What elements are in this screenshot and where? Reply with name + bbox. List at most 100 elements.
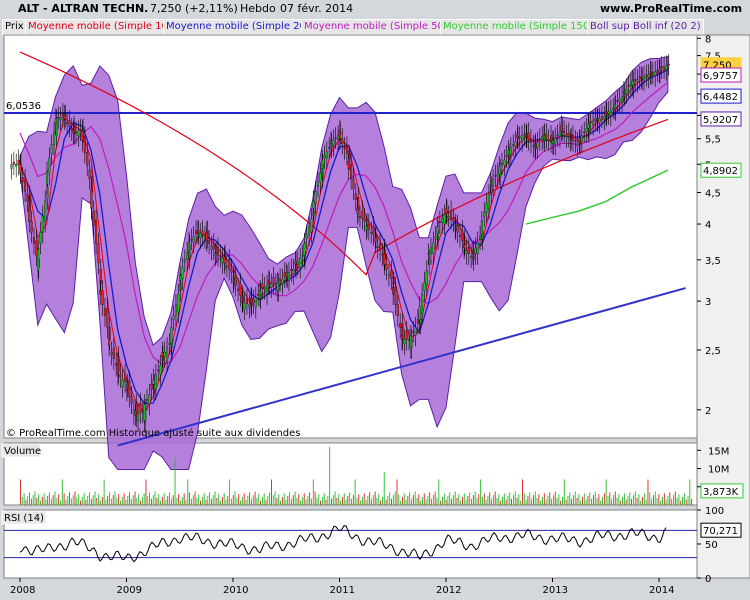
volume-bar bbox=[232, 495, 234, 505]
volume-bar bbox=[401, 496, 403, 505]
candle-body bbox=[536, 142, 539, 148]
volume-bar bbox=[407, 496, 409, 505]
candle-body bbox=[21, 177, 24, 183]
volume-bar bbox=[474, 491, 476, 505]
volume-bar bbox=[480, 479, 482, 505]
candle-body bbox=[276, 282, 279, 291]
volume-bar bbox=[65, 499, 67, 505]
volume-bar bbox=[378, 494, 380, 505]
volume-bar bbox=[580, 500, 582, 505]
candle-body bbox=[390, 270, 393, 280]
candle-body bbox=[166, 347, 169, 362]
volume-bar bbox=[320, 500, 322, 505]
volume-bar bbox=[591, 498, 593, 505]
candle-body bbox=[554, 137, 557, 145]
volume-bar bbox=[67, 496, 69, 505]
volume-bar bbox=[614, 491, 616, 505]
candle-body bbox=[134, 410, 137, 416]
volume-bar bbox=[216, 497, 218, 505]
volume-bar bbox=[498, 494, 500, 505]
candle-body bbox=[174, 304, 178, 316]
volume-bar bbox=[425, 499, 427, 505]
volume-bar bbox=[532, 495, 534, 505]
volume-bar bbox=[112, 495, 114, 505]
volume-bar bbox=[596, 497, 598, 505]
volume-bar bbox=[540, 500, 542, 505]
candle-body bbox=[48, 157, 51, 175]
volume-bar bbox=[78, 494, 80, 505]
candle-body bbox=[450, 210, 453, 219]
volume-bar bbox=[334, 491, 336, 505]
volume-bar bbox=[538, 494, 540, 505]
volume-tick-label: 10M bbox=[708, 465, 729, 476]
candle-body bbox=[545, 133, 548, 138]
volume-bar bbox=[376, 497, 378, 505]
candle-body bbox=[72, 129, 75, 134]
volume-bar bbox=[45, 499, 47, 505]
volume-bar bbox=[132, 495, 134, 505]
volume-bar bbox=[40, 500, 41, 505]
candle-body bbox=[631, 80, 634, 86]
volume-bar bbox=[210, 498, 212, 505]
candle-body bbox=[383, 253, 386, 265]
candle-body bbox=[303, 243, 306, 256]
volume-bar bbox=[341, 496, 343, 505]
volume-bar bbox=[565, 499, 567, 505]
candle-body bbox=[201, 230, 204, 236]
volume-bar bbox=[612, 495, 614, 505]
volume-bar bbox=[660, 500, 662, 505]
candle-body bbox=[261, 283, 264, 290]
candle-body bbox=[476, 241, 479, 254]
candle-body bbox=[45, 171, 49, 185]
volume-bar bbox=[685, 499, 687, 505]
volume-bar bbox=[165, 499, 167, 505]
volume-bar bbox=[305, 499, 307, 505]
volume-bar bbox=[609, 492, 611, 505]
candle-body bbox=[44, 200, 47, 222]
candle-body bbox=[250, 298, 253, 304]
candle-body bbox=[521, 135, 524, 141]
candle-body bbox=[489, 182, 492, 185]
candle-body bbox=[642, 76, 646, 81]
volume-bar bbox=[367, 496, 369, 505]
candle-body bbox=[232, 280, 235, 283]
candle-body bbox=[68, 120, 71, 127]
volume-bar bbox=[185, 499, 187, 505]
candle-body bbox=[640, 77, 643, 79]
volume-bar bbox=[687, 496, 689, 505]
volume-bar bbox=[241, 496, 243, 505]
volume-bar bbox=[301, 496, 303, 505]
volume-bar bbox=[245, 499, 247, 505]
volume-bar bbox=[365, 499, 367, 505]
candle-body bbox=[372, 226, 375, 236]
candle-body bbox=[542, 135, 546, 138]
volume-bar bbox=[30, 498, 32, 505]
volume-bar bbox=[491, 498, 492, 505]
volume-bar bbox=[83, 493, 85, 505]
candle-body bbox=[328, 147, 331, 149]
volume-bar bbox=[58, 494, 60, 505]
volume-bar bbox=[461, 496, 463, 505]
volume-bar bbox=[547, 496, 549, 505]
candle-body bbox=[399, 323, 402, 328]
volume-bar bbox=[110, 498, 112, 505]
candle-body bbox=[59, 117, 62, 121]
candle-body bbox=[461, 230, 464, 241]
volume-bar bbox=[571, 498, 573, 505]
volume-bar bbox=[421, 496, 423, 505]
candle-body bbox=[230, 269, 233, 273]
volume-bar bbox=[483, 493, 485, 505]
candle-body bbox=[125, 388, 128, 391]
candle-body bbox=[649, 70, 652, 74]
volume-bar bbox=[123, 493, 125, 505]
candle-body bbox=[576, 142, 579, 146]
volume-bar bbox=[627, 496, 629, 505]
volume-bar bbox=[414, 491, 416, 505]
volume-bar bbox=[134, 491, 136, 505]
candle-body bbox=[412, 331, 415, 333]
volume-bar bbox=[523, 493, 525, 505]
candle-body bbox=[301, 255, 304, 257]
volume-bar bbox=[289, 492, 291, 505]
volume-bar bbox=[649, 492, 651, 505]
volume-label: Volume bbox=[4, 446, 41, 457]
